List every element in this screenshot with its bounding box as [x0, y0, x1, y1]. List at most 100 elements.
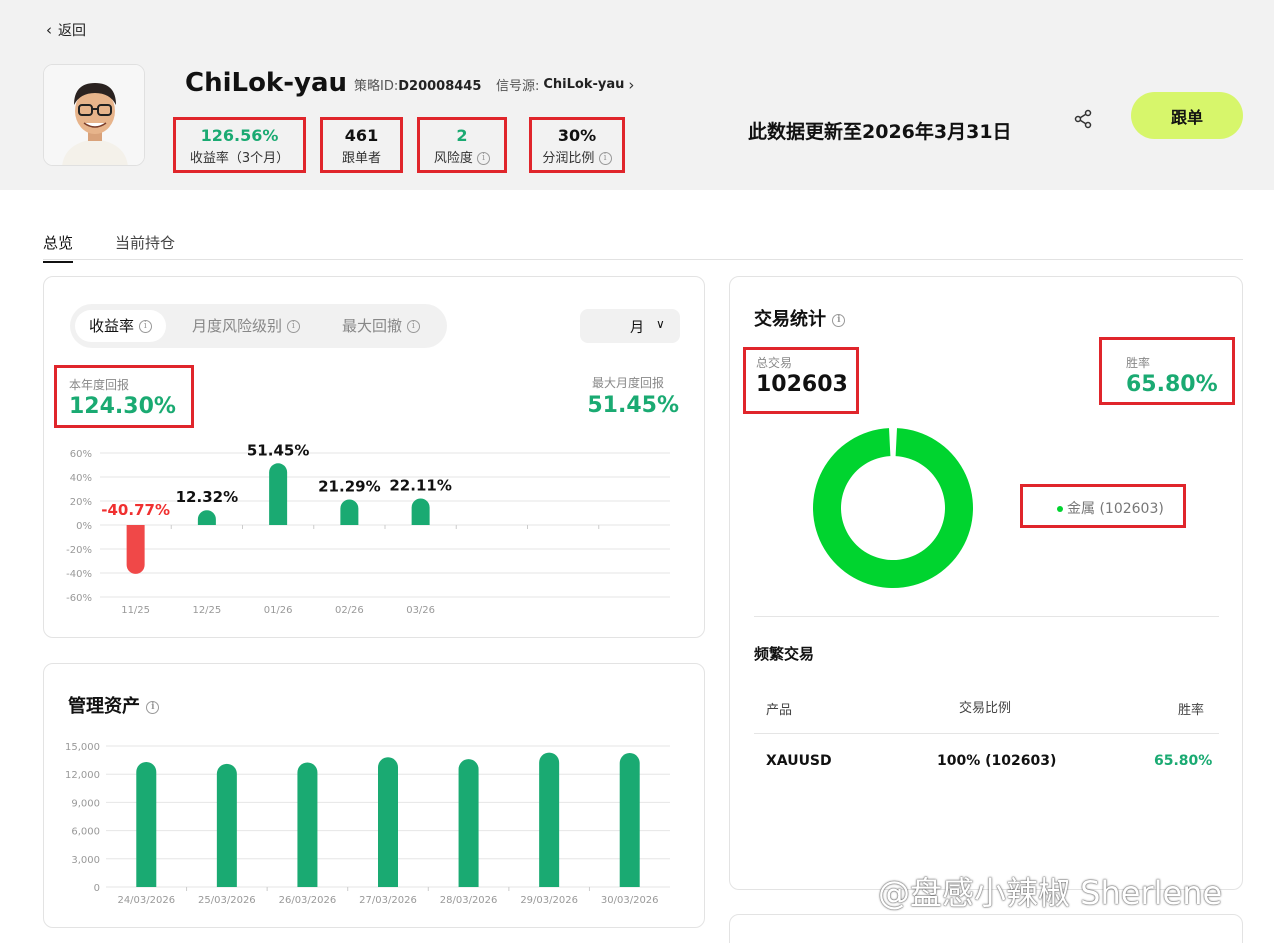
strategy-header: ‹ 返回 ChiLok-yau 策略ID:D20008445 信号源: ChiLo…: [0, 0, 1274, 190]
back-label: 返回: [58, 23, 86, 39]
y-tick-label: 9,000: [71, 798, 100, 809]
aum-title: 管理资产 i: [68, 692, 160, 718]
signal-source-link[interactable]: 信号源: ChiLok-yau ›: [496, 75, 635, 95]
bar-11/25: [126, 525, 145, 574]
tab-bar: 总览 当前持仓: [43, 228, 1243, 263]
segment-monthly-risk[interactable]: 月度风险级别 i: [178, 310, 314, 342]
data-label: -40.77%: [101, 501, 170, 519]
tab-overview[interactable]: 总览: [43, 232, 74, 263]
x-tick-label: 26/03/2026: [279, 895, 337, 906]
x-tick-label: 11/25: [121, 605, 150, 616]
metric-segmented-control: 收益率 i 月度风险级别 i 最大回撤 i: [70, 304, 447, 348]
segment-return[interactable]: 收益率 i: [75, 310, 166, 342]
divider: [754, 733, 1219, 734]
y-tick-label: 40%: [70, 473, 92, 484]
x-tick-label: 12/25: [192, 605, 221, 616]
stat-profit-share: 30% 分润比例 i: [529, 117, 625, 173]
chevron-right-icon: ›: [628, 75, 635, 94]
data-label: 22.11%: [389, 476, 451, 494]
y-tick-label: 20%: [70, 497, 92, 508]
x-tick-label: 29/03/2026: [520, 895, 578, 906]
ytd-return-box: 本年度回报 124.30%: [54, 365, 194, 428]
avatar-illustration: [44, 65, 144, 165]
aum-card: 管理资产 i 15,000 12,000 9,000 6,000 3,000 0 24/03…: [43, 663, 705, 928]
share-icon[interactable]: [1072, 108, 1094, 130]
chevron-left-icon: ‹: [46, 21, 52, 39]
x-tick-label: 25/03/2026: [198, 895, 256, 906]
info-icon[interactable]: i: [146, 700, 160, 714]
total-trades-box: 总交易 102603: [743, 347, 859, 414]
strategy-name: ChiLok-yau: [185, 68, 348, 98]
x-tick-label: 27/03/2026: [359, 895, 417, 906]
returns-card: 收益率 i 月度风险级别 i 最大回撤 i 月 ∨ 本年度回报 124.30% …: [43, 276, 705, 638]
segment-max-drawdown[interactable]: 最大回撤 i: [328, 310, 434, 342]
data-label: 51.45%: [247, 441, 309, 459]
period-dropdown[interactable]: 月 ∨: [580, 309, 680, 343]
col-product: 产品: [766, 703, 793, 718]
bar-28/03/2026: [458, 759, 479, 887]
trade-donut-chart: [813, 428, 973, 588]
avatar: [43, 64, 145, 166]
data-label: 12.32%: [176, 488, 238, 506]
stat-return: 126.56% 收益率（3个月）: [173, 117, 306, 173]
x-tick-label: 02/26: [335, 605, 364, 616]
bar-27/03/2026: [378, 757, 398, 887]
y-tick-label: 3,000: [71, 855, 100, 866]
col-ratio: 交易比例: [959, 701, 1012, 716]
info-icon: i: [406, 320, 420, 333]
bar-29/03/2026: [539, 752, 560, 887]
bar-30/03/2026: [619, 753, 640, 887]
bar-03/26: [411, 498, 430, 525]
info-icon: i: [286, 320, 300, 333]
aum-chart: 15,000 12,000 9,000 6,000 3,000 0 24/03/2026 25…: [65, 742, 670, 906]
y-tick-label: -60%: [66, 593, 92, 604]
x-tick-label: 28/03/2026: [440, 895, 498, 906]
info-icon[interactable]: i: [477, 152, 491, 165]
bar-26/03/2026: [297, 762, 318, 887]
x-tick-label: 03/26: [406, 605, 435, 616]
info-icon[interactable]: i: [598, 152, 612, 165]
back-button[interactable]: ‹ 返回: [46, 20, 86, 40]
y-tick-label: -40%: [66, 569, 92, 580]
bar-24/03/2026: [136, 761, 157, 887]
y-tick-label: 60%: [70, 449, 92, 460]
legend-box: 金属 (102603): [1020, 484, 1186, 528]
bar-01/26: [269, 463, 288, 525]
data-label: 21.29%: [318, 477, 380, 495]
stat-risk: 2 风险度 i: [417, 117, 507, 173]
update-note: 此数据更新至2026年3月31日: [748, 121, 1012, 143]
frequent-title: 频繁交易: [754, 645, 815, 663]
follow-button[interactable]: 跟单: [1131, 92, 1243, 139]
y-tick-label: 0: [94, 883, 100, 894]
y-tick-label: 6,000: [71, 827, 100, 838]
trade-stats-card: 交易统计 i 总交易 102603 胜率 65.80% 金属 (102603) …: [729, 276, 1243, 890]
chevron-down-icon: ∨: [656, 317, 665, 331]
legend-item-metal: 金属 (102603): [1057, 498, 1164, 518]
bar-12/25: [197, 510, 216, 525]
divider: [754, 616, 1219, 617]
max-month-label: 最大月度回报: [591, 376, 664, 390]
y-tick-label: 0%: [76, 521, 92, 532]
max-month-value: 51.45%: [587, 393, 679, 418]
bar-02/26: [340, 499, 359, 525]
monthly-return-chart: 60% 40% 20% 0% -20% -40% -60% -40.77% 11/25 12.32…: [66, 441, 670, 616]
bar-25/03/2026: [216, 763, 237, 887]
x-tick-label: 30/03/2026: [601, 895, 659, 906]
win-rate-box: 胜率 65.80%: [1099, 337, 1235, 405]
y-tick-label: -20%: [66, 545, 92, 556]
stat-followers: 461 跟单者: [320, 117, 403, 173]
trade-stats-title: 交易统计 i: [754, 305, 846, 331]
donut-slice-metal: [813, 428, 973, 588]
x-tick-label: 24/03/2026: [117, 895, 175, 906]
info-icon: i: [138, 320, 152, 333]
y-tick-label: 15,000: [65, 742, 100, 753]
legend-dot: [1057, 506, 1063, 512]
col-winrate: 胜率: [1178, 703, 1205, 718]
strategy-id: 策略ID:D20008445: [354, 79, 482, 94]
watermark: @盘感小辣椒 Sherlene: [878, 874, 1223, 912]
tab-positions[interactable]: 当前持仓: [115, 232, 175, 253]
x-tick-label: 01/26: [264, 605, 293, 616]
info-icon[interactable]: i: [832, 313, 846, 327]
y-tick-label: 12,000: [65, 770, 100, 781]
next-card: [729, 914, 1243, 943]
